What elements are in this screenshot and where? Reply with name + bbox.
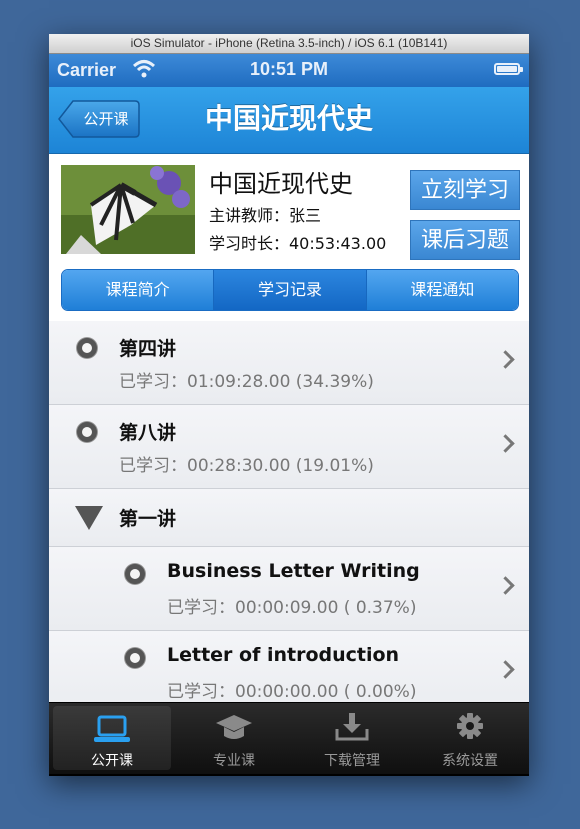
tab-label: 系统设置	[442, 753, 498, 769]
tab-label: 专业课	[213, 753, 255, 769]
chevron-right-icon	[496, 660, 515, 679]
gear-icon	[457, 713, 483, 739]
tab-settings[interactable]: 系统设置	[411, 703, 529, 774]
list-item[interactable]: Letter of introduction 已学习：00:00:00.00 (…	[49, 631, 529, 702]
lecture-list: 第四讲 已学习：01:09:28.00 (34.39%) 第八讲 已学习：00:…	[49, 321, 529, 702]
status-bar: Carrier 10:51 PM	[49, 54, 529, 87]
course-name: 中国近现代史	[209, 170, 353, 198]
tab-downloads[interactable]: 下载管理	[293, 703, 411, 774]
lecture-title: Letter of introduction	[167, 644, 400, 666]
chevron-right-icon	[496, 350, 515, 369]
progress-ring-icon	[125, 564, 145, 584]
segment-records[interactable]: 学习记录	[214, 270, 367, 310]
list-group-header[interactable]: 第一讲	[49, 489, 529, 547]
progress-ring-icon	[125, 648, 145, 668]
tab-bar: 公开课 专业课 下载管理 系统设置	[49, 702, 529, 774]
list-item[interactable]: 第八讲 已学习：00:28:30.00 (19.01%)	[49, 405, 529, 489]
lecture-title: 第四讲	[119, 338, 177, 360]
lecture-title: 第八讲	[119, 422, 177, 444]
course-header: 中国近现代史 主讲教师：张三 学习时长：40:53:43.00 立刻学习 课后习…	[49, 154, 529, 321]
segment-notices[interactable]: 课程通知	[366, 270, 518, 310]
course-thumbnail	[61, 165, 195, 254]
lecture-progress: 已学习：01:09:28.00 (34.39%)	[119, 372, 374, 392]
battery-icon	[494, 63, 523, 75]
progress-ring-icon	[77, 338, 97, 358]
list-item[interactable]: 第四讲 已学习：01:09:28.00 (34.39%)	[49, 321, 529, 405]
tab-label: 下载管理	[324, 753, 380, 769]
segment-intro[interactable]: 课程简介	[62, 270, 215, 310]
course-teacher: 主讲教师：张三	[209, 206, 322, 225]
lecture-progress: 已学习：00:00:09.00 ( 0.37%)	[167, 598, 417, 618]
graduation-cap-icon	[216, 715, 252, 739]
tab-major-courses[interactable]: 专业课	[175, 703, 293, 774]
tab-label: 公开课	[91, 753, 133, 769]
simulator-window: iOS Simulator - iPhone (Retina 3.5-inch)…	[49, 34, 529, 776]
chevron-right-icon	[496, 434, 515, 453]
lecture-title: 第一讲	[119, 508, 177, 530]
laptop-icon	[94, 715, 130, 742]
progress-ring-icon	[77, 422, 97, 442]
study-now-button[interactable]: 立刻学习	[410, 170, 520, 210]
segmented-control: 课程简介 学习记录 课程通知	[61, 269, 519, 311]
simulator-title: iOS Simulator - iPhone (Retina 3.5-inch)…	[49, 34, 529, 54]
list-item[interactable]: Business Letter Writing 已学习：00:00:09.00 …	[49, 547, 529, 631]
course-duration: 学习时长：40:53:43.00	[209, 234, 387, 253]
exercises-button[interactable]: 课后习题	[410, 220, 520, 260]
page-title: 中国近现代史	[204, 102, 373, 135]
chevron-right-icon	[496, 576, 515, 595]
navigation-bar: 公开课 中国近现代史	[49, 87, 529, 154]
lecture-title: Business Letter Writing	[167, 560, 420, 582]
lecture-progress: 已学习：00:28:30.00 (19.01%)	[119, 456, 374, 476]
lecture-progress: 已学习：00:00:00.00 ( 0.00%)	[167, 682, 417, 702]
status-time: 10:51 PM	[249, 59, 329, 79]
triangle-down-icon	[75, 506, 103, 530]
tab-open-courses[interactable]: 公开课	[53, 706, 171, 770]
download-icon	[335, 713, 369, 741]
